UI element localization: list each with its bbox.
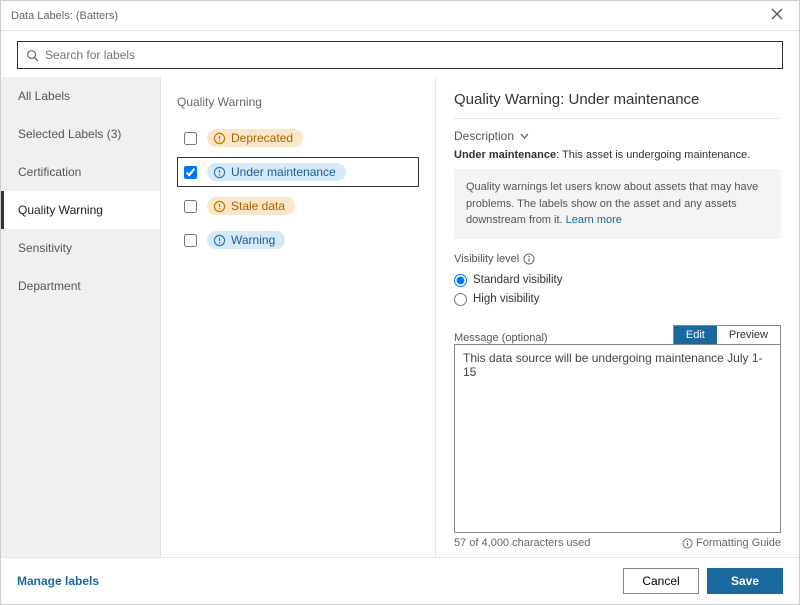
- searchbar: [1, 31, 799, 77]
- sidebar-item-selected-labels[interactable]: Selected Labels (3): [1, 115, 160, 153]
- tab-edit[interactable]: Edit: [674, 326, 717, 344]
- tab-preview[interactable]: Preview: [717, 326, 780, 344]
- label-checkbox[interactable]: [184, 166, 197, 179]
- warning-icon: [213, 132, 226, 145]
- label-row-warning[interactable]: Warning: [177, 225, 419, 255]
- description-text: Under maintenance: This asset is undergo…: [454, 149, 781, 161]
- label-list-heading: Quality Warning: [177, 95, 419, 109]
- label-checkbox[interactable]: [184, 132, 197, 145]
- sidebar-item-sensitivity[interactable]: Sensitivity: [1, 229, 160, 267]
- formatting-guide-link[interactable]: Formatting Guide: [682, 537, 781, 549]
- search-field[interactable]: [17, 41, 783, 69]
- learn-more-link[interactable]: Learn more: [566, 214, 622, 226]
- cancel-button[interactable]: Cancel: [623, 568, 699, 594]
- dialog-title: Data Labels: (Batters): [11, 10, 765, 22]
- label-chip: Stale data: [207, 197, 295, 215]
- label-checkbox[interactable]: [184, 234, 197, 247]
- data-labels-dialog: Data Labels: (Batters) All Labels Select…: [0, 0, 800, 605]
- close-icon[interactable]: [765, 5, 789, 27]
- titlebar: Data Labels: (Batters): [1, 1, 799, 31]
- message-footer: 57 of 4,000 characters used Formatting G…: [454, 537, 781, 549]
- label-row-deprecated[interactable]: Deprecated: [177, 123, 419, 153]
- label-chip: Deprecated: [207, 129, 303, 147]
- sidebar: All Labels Selected Labels (3) Certifica…: [1, 77, 161, 557]
- detail-panel: Quality Warning: Under maintenance Descr…: [436, 77, 799, 557]
- label-checkbox[interactable]: [184, 200, 197, 213]
- chevron-down-icon: [520, 131, 529, 142]
- message-tabs: Edit Preview: [673, 325, 781, 344]
- radio-standard-visibility[interactable]: Standard visibility: [454, 274, 781, 287]
- description-toggle[interactable]: Description: [454, 129, 781, 143]
- save-button[interactable]: Save: [707, 568, 783, 594]
- label-row-stale-data[interactable]: Stale data: [177, 191, 419, 221]
- visibility-label: Visibility level: [454, 253, 781, 265]
- label-row-under-maintenance[interactable]: Under maintenance: [177, 157, 419, 187]
- sidebar-item-all-labels[interactable]: All Labels: [1, 77, 160, 115]
- label-chip: Under maintenance: [207, 163, 346, 181]
- char-count: 57 of 4,000 characters used: [454, 537, 590, 549]
- search-icon: [26, 49, 39, 62]
- manage-labels-link[interactable]: Manage labels: [17, 574, 615, 588]
- warning-icon: [213, 234, 226, 247]
- message-textarea[interactable]: [454, 344, 781, 534]
- label-list-panel: Quality Warning Deprecated Under mainten…: [161, 77, 436, 557]
- radio-high-visibility[interactable]: High visibility: [454, 293, 781, 306]
- dialog-footer: Manage labels Cancel Save: [1, 557, 799, 604]
- info-icon: [682, 538, 693, 549]
- detail-title: Quality Warning: Under maintenance: [454, 91, 781, 119]
- message-header: Message (optional) Edit Preview: [454, 325, 781, 344]
- info-box: Quality warnings let users know about as…: [454, 169, 781, 239]
- sidebar-item-quality-warning[interactable]: Quality Warning: [1, 191, 160, 229]
- message-label: Message (optional): [454, 332, 548, 344]
- warning-icon: [213, 166, 226, 179]
- label-text: Stale data: [231, 199, 285, 213]
- label-text: Under maintenance: [231, 165, 336, 179]
- search-input[interactable]: [45, 48, 774, 62]
- label-text: Warning: [231, 233, 275, 247]
- warning-icon: [213, 200, 226, 213]
- label-text: Deprecated: [231, 131, 293, 145]
- dialog-body: All Labels Selected Labels (3) Certifica…: [1, 77, 799, 557]
- info-icon[interactable]: [523, 253, 535, 265]
- sidebar-item-certification[interactable]: Certification: [1, 153, 160, 191]
- sidebar-item-department[interactable]: Department: [1, 267, 160, 305]
- label-chip: Warning: [207, 231, 285, 249]
